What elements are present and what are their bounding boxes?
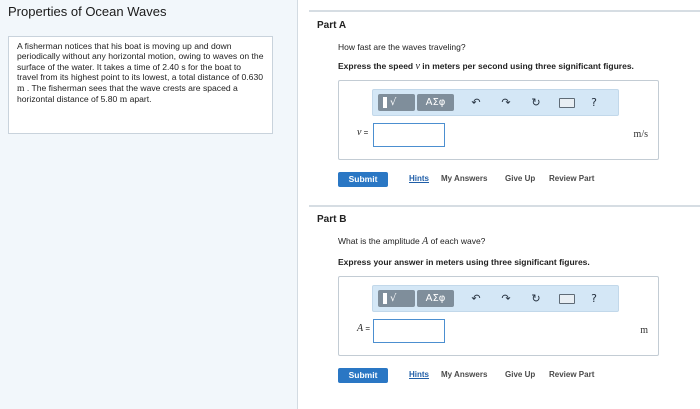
part-a-answer-input[interactable] <box>373 123 445 147</box>
part-b-submit-button[interactable]: Submit <box>338 368 388 383</box>
part-b-math-toolbar: √ ΑΣφ ↶ ↷ ↻ ? <box>372 285 619 312</box>
reset-icon[interactable]: ↻ <box>528 94 544 111</box>
part-b-answer-input[interactable] <box>373 319 445 343</box>
greek-symbols-button[interactable]: ΑΣφ <box>417 94 454 111</box>
part-a-variable-label: v = <box>357 127 369 138</box>
part-a-instruction: Express the speed v in meters per second… <box>338 61 634 72</box>
undo-icon[interactable]: ↶ <box>468 290 484 307</box>
keyboard-icon[interactable] <box>559 98 575 108</box>
box-icon <box>383 97 387 108</box>
part-a-question: How fast are the waves traveling? <box>338 42 466 52</box>
greek-symbols-button[interactable]: ΑΣφ <box>417 290 454 307</box>
part-b-instruction: Express your answer in meters using thre… <box>338 257 590 267</box>
problem-pane: Properties of Ocean Waves A fisherman no… <box>0 0 298 409</box>
redo-icon[interactable]: ↷ <box>498 94 514 111</box>
templates-button[interactable]: √ <box>378 290 415 307</box>
part-a-give-up-link[interactable]: Give Up <box>505 174 535 183</box>
part-b-label: Part B <box>317 214 347 225</box>
problem-statement: A fisherman notices that his boat is mov… <box>8 36 273 134</box>
part-b-hints-link[interactable]: Hints <box>409 370 429 379</box>
undo-icon[interactable]: ↶ <box>468 94 484 111</box>
box-icon <box>383 293 387 304</box>
part-b-variable-label: A = <box>357 323 371 334</box>
divider-middle <box>309 205 700 207</box>
templates-button[interactable]: √ <box>378 94 415 111</box>
part-a-submit-button[interactable]: Submit <box>338 172 388 187</box>
part-b-give-up-link[interactable]: Give Up <box>505 370 535 379</box>
problem-text-1: A fisherman notices that his boat is mov… <box>17 41 264 83</box>
keyboard-icon[interactable] <box>559 294 575 304</box>
redo-icon[interactable]: ↷ <box>498 290 514 307</box>
parts-pane: Part A How fast are the waves traveling?… <box>297 0 700 409</box>
part-a-review-part-link[interactable]: Review Part <box>549 174 594 183</box>
problem-title: Properties of Ocean Waves <box>8 4 167 19</box>
help-icon[interactable]: ? <box>587 94 601 111</box>
part-b-review-part-link[interactable]: Review Part <box>549 370 594 379</box>
problem-text-3: apart. <box>127 94 152 105</box>
part-a-math-toolbar: √ ΑΣφ ↶ ↷ ↻ ? <box>372 89 619 116</box>
help-icon[interactable]: ? <box>587 290 601 307</box>
part-b-my-answers-link[interactable]: My Answers <box>441 370 487 379</box>
reset-icon[interactable]: ↻ <box>528 290 544 307</box>
part-b-answer-panel: √ ΑΣφ ↶ ↷ ↻ ? A = m <box>338 276 659 356</box>
part-a-answer-panel: √ ΑΣφ ↶ ↷ ↻ ? v = m/s <box>338 80 659 160</box>
sqrt-icon: √ <box>390 97 397 108</box>
part-b-unit: m <box>640 325 648 336</box>
part-a-unit: m/s <box>633 129 648 140</box>
divider-top <box>309 10 700 12</box>
part-b-question: What is the amplitude A of each wave? <box>338 236 486 247</box>
sqrt-icon: √ <box>390 293 397 304</box>
part-a-label: Part A <box>317 20 347 31</box>
part-a-my-answers-link[interactable]: My Answers <box>441 174 487 183</box>
part-a-hints-link[interactable]: Hints <box>409 174 429 183</box>
